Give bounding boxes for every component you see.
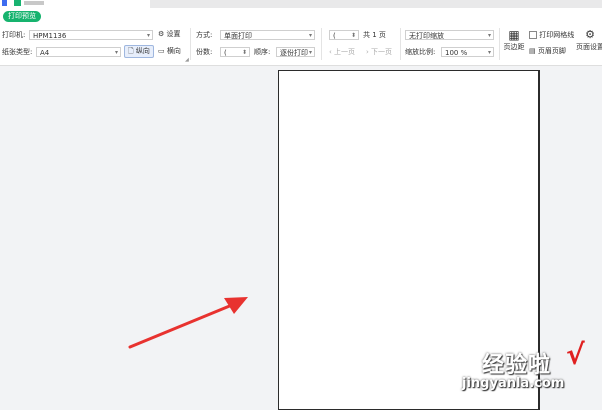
gear-icon: ⚙	[158, 30, 165, 38]
page-settings-icon: ⚙	[585, 28, 595, 41]
checkbox-icon	[529, 31, 537, 39]
print-gridlines-checkbox[interactable]: 打印网格线	[529, 30, 574, 40]
margins-label: 页边距	[503, 43, 525, 51]
copies-value: (	[224, 49, 227, 57]
printer-select[interactable]: HPM1136 ▾	[29, 30, 153, 40]
margins-icon: ▦	[508, 28, 520, 42]
mode-select[interactable]: 单面打印 ▾	[220, 30, 315, 40]
scale-mode-value: 无打印缩放	[409, 32, 444, 40]
printer-value: HPM1136	[33, 32, 67, 40]
portrait-button[interactable]: 🗋 纵向	[124, 45, 154, 58]
scale-ratio-label: 缩放比例:	[405, 48, 436, 56]
tab-bar-background	[150, 0, 602, 8]
header-footer-label: 页眉页脚	[537, 47, 566, 55]
margins-button[interactable]: ▦ 页边距	[503, 28, 525, 52]
next-page-button[interactable]: › 下一页	[366, 47, 392, 57]
watermark-url: jingyanla.com	[462, 376, 565, 391]
print-preview-tab[interactable]: 打印预览	[3, 11, 41, 22]
chevron-left-icon: ‹	[329, 48, 332, 56]
page-setup-label: 页面设置	[576, 43, 602, 51]
chevron-down-icon: ▾	[487, 32, 491, 39]
copies-stepper[interactable]: ( ⬍	[220, 47, 250, 57]
settings-label: 设置	[166, 30, 181, 38]
chevron-down-icon: ▾	[146, 32, 150, 39]
landscape-label: 横向	[166, 47, 181, 55]
copies-label: 份数:	[196, 48, 213, 56]
page-input-value: (	[333, 32, 336, 40]
chevron-down-icon: ▾	[308, 32, 312, 39]
tab-title-placeholder	[24, 1, 44, 5]
chevron-down-icon: ▾	[114, 49, 118, 56]
prev-page-label: 上一页	[334, 48, 356, 56]
scale-ratio-select[interactable]: 100 % ▾	[441, 47, 494, 57]
divider	[400, 28, 401, 60]
mode-label: 方式:	[196, 31, 213, 39]
gridlines-label: 打印网格线	[539, 31, 575, 39]
sheet-icon	[14, 0, 21, 6]
header-footer-button[interactable]: ▤ 页眉页脚	[529, 46, 566, 56]
stepper-arrows-icon[interactable]: ⬍	[351, 31, 356, 39]
order-select[interactable]: 逐份打印 ▾	[276, 47, 315, 57]
header-footer-icon: ▤	[529, 47, 536, 55]
page-number-input[interactable]: ( ⬍	[329, 30, 359, 40]
page-setup-button[interactable]: ⚙ 页面设置	[575, 28, 602, 52]
divider	[499, 28, 500, 60]
settings-button[interactable]: ⚙ 设置	[158, 29, 181, 40]
chevron-down-icon: ▾	[308, 49, 312, 56]
app-icon	[2, 0, 7, 6]
stepper-arrows-icon[interactable]: ⬍	[242, 48, 247, 56]
scale-ratio-value: 100 %	[445, 49, 468, 57]
mode-value: 单面打印	[224, 32, 252, 40]
order-label: 顺序:	[254, 48, 271, 56]
paper-type-select[interactable]: A4 ▾	[36, 47, 121, 57]
landscape-icon: ▭	[158, 47, 165, 55]
landscape-button[interactable]: ▭ 横向	[158, 46, 181, 57]
paper-type-value: A4	[40, 49, 50, 57]
watermark-logo-text: 经验啦	[482, 353, 552, 378]
watermark-check-icon: √	[566, 338, 585, 371]
divider	[321, 28, 322, 60]
next-page-label: 下一页	[371, 48, 393, 56]
portrait-label: 纵向	[135, 47, 150, 55]
paper-type-label: 纸张类型:	[2, 48, 33, 56]
print-preview-ribbon: 打印预览 打印机: HPM1136 ▾ ⚙ 设置 纸张类型: A4 ▾ 🗋 纵向…	[0, 8, 602, 66]
portrait-icon: 🗋	[128, 47, 134, 55]
chevron-down-icon: ▾	[487, 49, 491, 56]
order-value: 逐份打印	[280, 49, 308, 57]
scale-mode-select[interactable]: 无打印缩放 ▾	[405, 30, 494, 40]
document-tab[interactable]	[0, 0, 150, 8]
divider	[190, 28, 191, 60]
chevron-right-icon: ›	[366, 48, 369, 56]
prev-page-button[interactable]: ‹ 上一页	[329, 47, 355, 57]
total-pages: 共 1 页	[363, 31, 386, 39]
expand-corner-icon[interactable]: ◢	[185, 57, 189, 63]
printer-label: 打印机:	[2, 31, 26, 39]
